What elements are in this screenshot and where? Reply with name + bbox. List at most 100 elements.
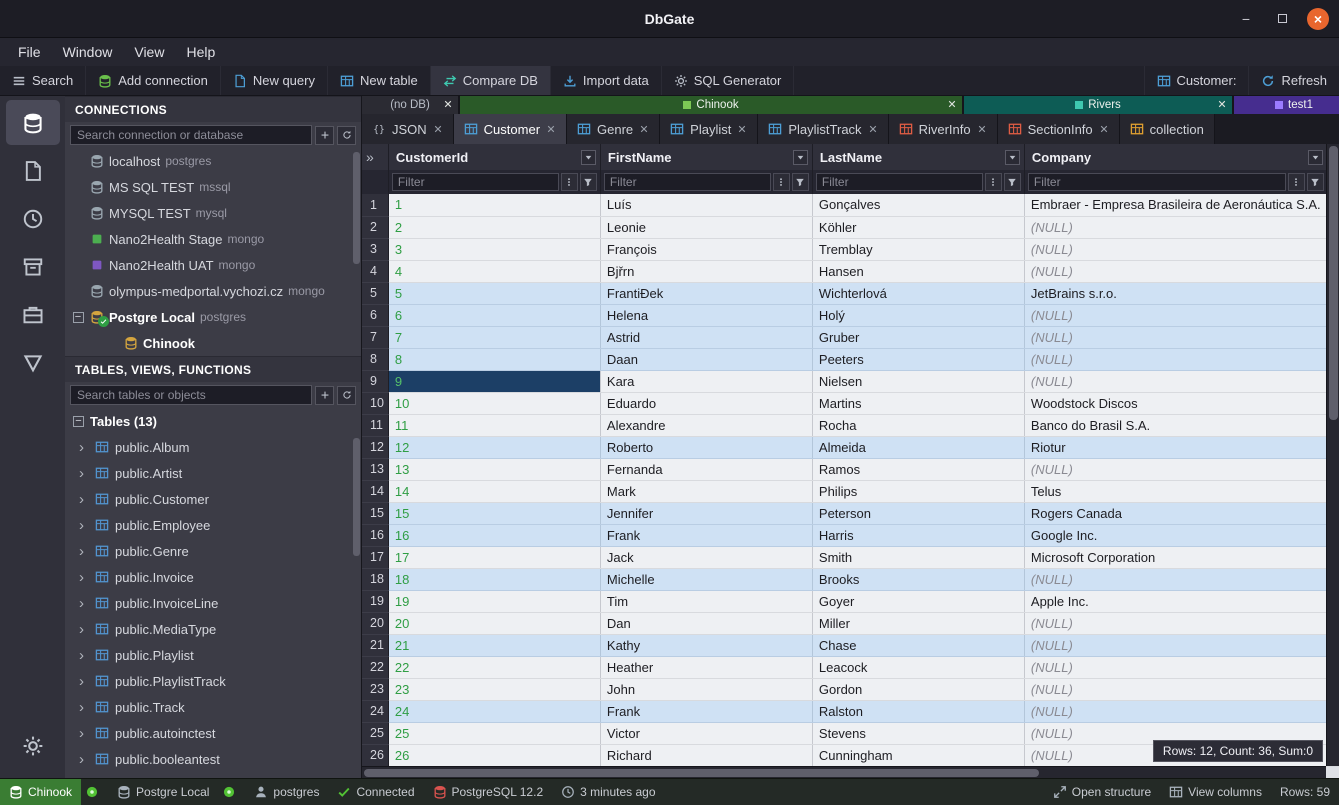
cell-company[interactable]: Apple Inc. <box>1024 590 1327 612</box>
column-header-last[interactable]: LastName <box>812 144 1024 170</box>
grid-row[interactable]: 1313FernandaRamos(NULL)Qe 7 Bloco G <box>362 458 1339 480</box>
cell-first[interactable]: Jennifer <box>600 502 812 524</box>
menu-item[interactable]: File <box>8 41 51 63</box>
row-number[interactable]: 6 <box>362 304 388 326</box>
grid-row[interactable]: 44BjřrnHansen(NULL)Ullevĺlsveien 14 <box>362 260 1339 282</box>
row-number[interactable]: 14 <box>362 480 388 502</box>
close-icon[interactable] <box>977 124 987 134</box>
grid-row[interactable]: 2424FrankRalston(NULL)162 E Superior Str… <box>362 700 1339 722</box>
connection-search-input[interactable] <box>70 125 312 145</box>
row-number[interactable]: 12 <box>362 436 388 458</box>
cell-first[interactable]: Fernanda <box>600 458 812 480</box>
column-dropdown-icon[interactable] <box>793 150 808 165</box>
cell-last[interactable]: Rocha <box>812 414 1024 436</box>
cell-first[interactable]: Leonie <box>600 216 812 238</box>
expand-chevron-icon[interactable] <box>79 518 89 533</box>
horizontal-scrollbar[interactable] <box>362 766 1326 778</box>
tab[interactable]: collection <box>1120 114 1215 144</box>
database-tab-group[interactable]: Chinook <box>460 96 962 114</box>
cell-id[interactable]: 21 <box>388 634 600 656</box>
filter-funnel-button[interactable] <box>580 173 597 191</box>
sidebar-icon-button[interactable] <box>6 196 60 241</box>
cell-last[interactable]: Almeida <box>812 436 1024 458</box>
cell-company[interactable]: Woodstock Discos <box>1024 392 1327 414</box>
cell-id[interactable]: 8 <box>388 348 600 370</box>
row-number[interactable]: 7 <box>362 326 388 348</box>
refresh-connections-button[interactable] <box>337 126 356 145</box>
expand-chevron-icon[interactable] <box>79 700 89 715</box>
grid-row[interactable]: 2020DanMiller(NULL)541 Del Medio Avenue <box>362 612 1339 634</box>
grid-row[interactable]: 1717JackSmithMicrosoft Corporation1 Micr… <box>362 546 1339 568</box>
expand-chevron-icon[interactable] <box>79 570 89 585</box>
grid-row[interactable]: 1010EduardoMartinsWoodstock DiscosRua Dr… <box>362 392 1339 414</box>
cell-id[interactable]: 3 <box>388 238 600 260</box>
close-icon[interactable] <box>433 124 443 134</box>
cell-company[interactable]: (NULL) <box>1024 678 1327 700</box>
cell-first[interactable]: Victor <box>600 722 812 744</box>
toolbar-button[interactable]: Customer: <box>1144 66 1249 95</box>
cell-id[interactable]: 17 <box>388 546 600 568</box>
close-icon[interactable] <box>737 124 747 134</box>
grid-row[interactable]: 88DaanPeeters(NULL)Grétrystraat 63 <box>362 348 1339 370</box>
row-number[interactable]: 17 <box>362 546 388 568</box>
cell-id[interactable]: 20 <box>388 612 600 634</box>
cell-company[interactable]: (NULL) <box>1024 656 1327 678</box>
row-number[interactable]: 15 <box>362 502 388 524</box>
row-number[interactable]: 24 <box>362 700 388 722</box>
cell-first[interactable]: Kara <box>600 370 812 392</box>
connection-item[interactable]: Chinook <box>65 330 361 356</box>
cell-last[interactable]: Gordon <box>812 678 1024 700</box>
toolbar-button[interactable]: Compare DB <box>431 66 551 95</box>
filter-input-company[interactable] <box>1028 173 1286 191</box>
cell-id[interactable]: 26 <box>388 744 600 766</box>
vertical-scrollbar[interactable] <box>1326 144 1339 766</box>
cell-first[interactable]: François <box>600 238 812 260</box>
connection-item[interactable]: Postgre Local postgres <box>65 304 361 330</box>
cell-last[interactable]: Stevens <box>812 722 1024 744</box>
row-number[interactable]: 20 <box>362 612 388 634</box>
refresh-objects-button[interactable] <box>337 386 356 405</box>
cell-first[interactable]: John <box>600 678 812 700</box>
cell-company[interactable]: (NULL) <box>1024 568 1327 590</box>
cell-id[interactable]: 10 <box>388 392 600 414</box>
cell-id[interactable]: 18 <box>388 568 600 590</box>
cell-company[interactable]: Embraer - Empresa Brasileira de Aeronáut… <box>1024 194 1327 216</box>
filter-menu-button[interactable] <box>985 173 1002 191</box>
cell-first[interactable]: Dan <box>600 612 812 634</box>
grid-row[interactable]: 33FrançoisTremblay(NULL)1498 rue Bélange… <box>362 238 1339 260</box>
grid-row[interactable]: 66HelenaHolý(NULL)Rilská 3174/6 <box>362 304 1339 326</box>
filter-input-first[interactable] <box>604 173 771 191</box>
filter-menu-button[interactable] <box>773 173 790 191</box>
cell-last[interactable]: Miller <box>812 612 1024 634</box>
column-dropdown-icon[interactable] <box>1308 150 1323 165</box>
cell-id[interactable]: 24 <box>388 700 600 722</box>
row-number[interactable]: 19 <box>362 590 388 612</box>
table-item[interactable]: public.Playlist <box>65 642 361 668</box>
row-number[interactable]: 9 <box>362 370 388 392</box>
grid-row[interactable]: 99KaraNielsen(NULL)Sřnder Boulevard 51 <box>362 370 1339 392</box>
table-item[interactable]: public.Genre <box>65 538 361 564</box>
table-item[interactable]: public.PlaylistTrack <box>65 668 361 694</box>
statusbar-item[interactable]: Chinook <box>0 779 81 805</box>
statusbar-item[interactable]: Postgre Local <box>108 779 218 805</box>
statusbar-item[interactable]: Rows: 59 <box>1271 779 1339 805</box>
cell-first[interactable]: Kathy <box>600 634 812 656</box>
grid-row[interactable]: 1616FrankHarrisGoogle Inc.1600 Amphithea… <box>362 524 1339 546</box>
cell-last[interactable]: Peeters <box>812 348 1024 370</box>
row-number[interactable]: 2 <box>362 216 388 238</box>
grid-row[interactable]: 22LeonieKöhler(NULL)Theodor-Heuss-Straße… <box>362 216 1339 238</box>
cell-first[interactable]: FrantiĐek <box>600 282 812 304</box>
cell-company[interactable]: (NULL) <box>1024 260 1327 282</box>
cell-first[interactable]: Daan <box>600 348 812 370</box>
expand-chevron-icon[interactable] <box>79 648 89 663</box>
collapse-icon[interactable] <box>73 416 84 427</box>
grid-row[interactable]: 2121KathyChase(NULL)801 W 4th Street <box>362 634 1339 656</box>
sidebar-icon-button[interactable] <box>6 100 60 145</box>
cell-id[interactable]: 2 <box>388 216 600 238</box>
add-object-button[interactable] <box>315 386 334 405</box>
close-icon[interactable] <box>443 99 453 109</box>
cell-last[interactable]: Philips <box>812 480 1024 502</box>
cell-company[interactable]: Banco do Brasil S.A. <box>1024 414 1327 436</box>
toolbar-button[interactable]: SQL Generator <box>662 66 795 95</box>
cell-id[interactable]: 9 <box>388 370 600 392</box>
